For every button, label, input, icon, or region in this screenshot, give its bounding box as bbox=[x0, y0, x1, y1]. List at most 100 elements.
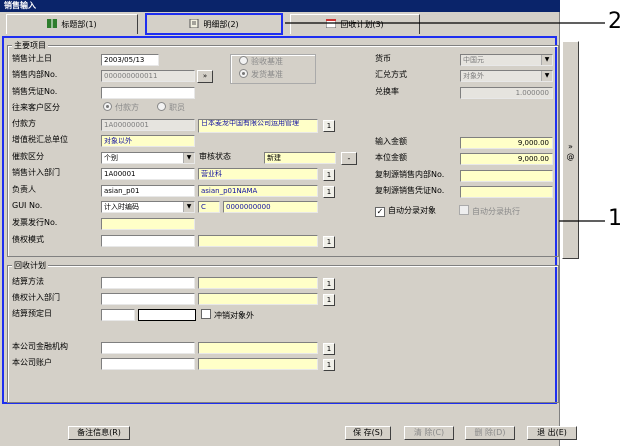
dept-label: 销售计入部门 bbox=[12, 168, 60, 177]
settle-date-field[interactable] bbox=[101, 309, 135, 321]
copy-internal-label: 复制源销售内部No. bbox=[375, 170, 445, 179]
currency-select[interactable]: 中国元 ▼ bbox=[460, 54, 553, 66]
person-code-field[interactable]: asian_p01 bbox=[101, 185, 195, 197]
currency-label: 货币 bbox=[375, 54, 391, 63]
person-lookup-button[interactable]: 1 bbox=[323, 186, 335, 198]
account-label: 本公司账户 bbox=[12, 358, 52, 367]
credit-dept-lookup-button[interactable]: 1 bbox=[323, 294, 335, 306]
save-button[interactable]: 保 存(S) bbox=[345, 426, 391, 440]
rate-method-select[interactable]: 对象外 ▼ bbox=[460, 70, 553, 82]
dept-lookup-button[interactable]: 1 bbox=[323, 169, 335, 181]
partner-type-label: 往来客户区分 bbox=[12, 103, 60, 112]
local-amount-field: 9,000.00 bbox=[460, 153, 553, 165]
document-icon bbox=[189, 16, 199, 29]
gui-select[interactable]: 计入时编码 ▼ bbox=[101, 201, 195, 213]
payer-code-field[interactable]: 1A00000001 bbox=[101, 119, 195, 131]
radio-selected-icon bbox=[103, 102, 112, 111]
invoice-no-field[interactable] bbox=[101, 218, 195, 230]
radio-icon bbox=[239, 56, 248, 65]
internal-no-lookup-button[interactable]: » bbox=[197, 70, 213, 83]
sales-date-field[interactable]: 2003/05/13 bbox=[101, 54, 159, 66]
credit-dept-field[interactable] bbox=[101, 293, 195, 305]
checkbox-icon bbox=[201, 309, 211, 319]
account-field[interactable] bbox=[101, 358, 195, 370]
auto-split-checkbox[interactable]: ✓ 自动分录对象 bbox=[375, 205, 436, 217]
callout-1: 1 bbox=[608, 206, 622, 231]
internal-no-field[interactable]: 000000000011 bbox=[101, 70, 195, 82]
copy-voucher-field bbox=[460, 186, 553, 198]
auto-exec-checkbox[interactable]: 自动分录执行 bbox=[459, 205, 520, 218]
chevron-down-icon: ▼ bbox=[541, 71, 552, 81]
chevron-down-icon: ▼ bbox=[541, 55, 552, 65]
remarks-button[interactable]: 备注信息(R) bbox=[68, 426, 130, 440]
credit-pattern-lookup-button[interactable]: 1 bbox=[323, 236, 335, 248]
chevron-down-icon: ▼ bbox=[183, 202, 194, 212]
voucher-no-label: 销售凭证No. bbox=[12, 87, 58, 96]
payer-lookup-button[interactable]: 1 bbox=[323, 120, 335, 132]
offset-exclude-checkbox[interactable]: 冲销对象外 bbox=[201, 309, 254, 322]
basis-acceptance-radio[interactable]: 验收基准 bbox=[239, 56, 283, 68]
partner-payer-radio[interactable]: 付款方 bbox=[103, 102, 139, 114]
side-expand-button[interactable]: » @ bbox=[562, 41, 579, 259]
credit-pattern-field[interactable] bbox=[101, 235, 195, 247]
chevron-down-icon: ▼ bbox=[183, 153, 194, 163]
exchange-rate-field[interactable]: 1.000000 bbox=[460, 87, 553, 99]
credit-pattern-name-field bbox=[198, 235, 318, 247]
settle-method-lookup-button[interactable]: 1 bbox=[323, 278, 335, 290]
settle-date-detail-field[interactable] bbox=[138, 309, 196, 321]
copy-internal-field bbox=[460, 170, 553, 182]
internal-no-label: 销售内部No. bbox=[12, 70, 58, 79]
tab-detail-label: 明细部(2) bbox=[203, 20, 239, 29]
credit-dept-name-field bbox=[198, 293, 318, 305]
input-amount-label: 输入金额 bbox=[375, 137, 407, 146]
tab-collection-plan-label: 回收计划(3) bbox=[340, 20, 384, 29]
tab-header[interactable]: 标题部(1) bbox=[6, 14, 138, 34]
account-name-field bbox=[198, 358, 318, 370]
exchange-rate-label: 兑换率 bbox=[375, 87, 399, 96]
settle-date-label: 结算预定日 bbox=[12, 309, 52, 318]
vat-unit-field: 对象以外 bbox=[101, 135, 195, 147]
main-items-title: 主要项目 bbox=[12, 41, 48, 50]
radio-selected-icon bbox=[239, 69, 248, 78]
dunning-label: 催款区分 bbox=[12, 152, 44, 161]
bank-label: 本公司金融机构 bbox=[12, 342, 68, 351]
clear-button[interactable]: 清 除(C) bbox=[404, 426, 454, 440]
settle-method-label: 结算方法 bbox=[12, 277, 44, 286]
gui-code-field[interactable]: C bbox=[198, 201, 220, 213]
window-title: 销售输入 bbox=[0, 0, 560, 12]
checkbox-checked-icon: ✓ bbox=[375, 207, 385, 217]
settle-method-name-field bbox=[198, 277, 318, 289]
payer-label: 付款方 bbox=[12, 119, 36, 128]
delete-button[interactable]: 删 除(D) bbox=[465, 426, 515, 440]
exit-button[interactable]: 退 出(E) bbox=[527, 426, 577, 440]
local-amount-label: 本位金额 bbox=[375, 153, 407, 162]
sales-date-label: 销售计上日 bbox=[12, 54, 52, 63]
bank-lookup-button[interactable]: 1 bbox=[323, 343, 335, 355]
tab-collection-plan[interactable]: 回收计划(3) bbox=[290, 14, 420, 34]
tab-detail[interactable]: 明细部(2) bbox=[145, 13, 283, 35]
partner-employee-radio[interactable]: 职员 bbox=[157, 102, 185, 114]
credit-pattern-label: 债权模式 bbox=[12, 235, 44, 244]
input-amount-field: 9,000.00 bbox=[460, 137, 553, 149]
basis-shipment-radio[interactable]: 发货基准 bbox=[239, 69, 283, 81]
callout-2: 2 bbox=[608, 9, 622, 34]
dept-code-field[interactable]: 1A00001 bbox=[101, 168, 195, 180]
invoice-no-label: 发票发行No. bbox=[12, 218, 58, 227]
book-icon bbox=[47, 16, 58, 28]
radio-icon bbox=[157, 102, 166, 111]
checkbox-icon bbox=[459, 205, 469, 215]
person-name-field: asian_p01NAMA bbox=[198, 185, 318, 197]
person-label: 负责人 bbox=[12, 185, 36, 194]
approval-label: 审核状态 bbox=[199, 152, 231, 161]
dunning-select[interactable]: 个别 ▼ bbox=[101, 152, 195, 164]
settle-method-field[interactable] bbox=[101, 277, 195, 289]
gui-label: GUI No. bbox=[12, 201, 43, 210]
approval-button[interactable]: - bbox=[341, 152, 357, 165]
account-lookup-button[interactable]: 1 bbox=[323, 359, 335, 371]
bank-field[interactable] bbox=[101, 342, 195, 354]
voucher-no-field[interactable] bbox=[101, 87, 195, 99]
dept-name-field: 营业科 bbox=[198, 168, 318, 180]
bank-name-field bbox=[198, 342, 318, 354]
copy-voucher-label: 复制源销售凭证No. bbox=[375, 186, 445, 195]
gui-number-field[interactable]: 0000000000 bbox=[223, 201, 318, 213]
